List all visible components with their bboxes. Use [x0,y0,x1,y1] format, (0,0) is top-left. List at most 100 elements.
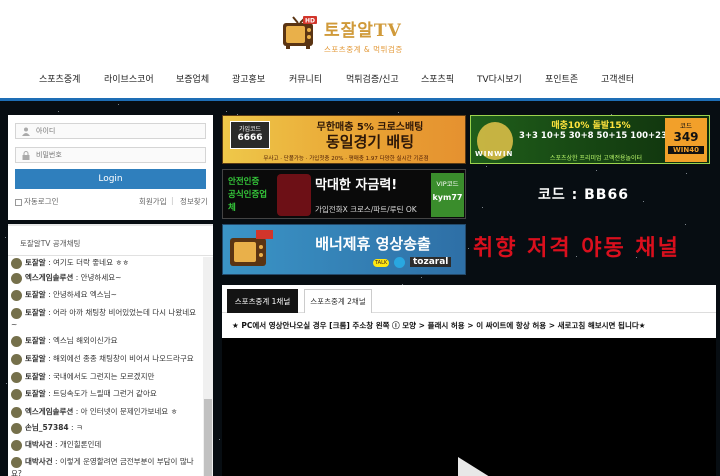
auto-login-checkbox[interactable]: 자동로그인 [15,196,59,207]
chat-message: 토잘알 : 안녕하세요 엑스님~ [11,289,201,301]
auto-login-label: 자동로그인 [24,197,59,206]
tab-channel-2[interactable]: 스포츠중계 2채널 [304,289,372,313]
ad-banner-capital[interactable]: 안전인증 공식인증업체 막대한 자금력! 가입전화X 크로스/파트/루틴 OK … [222,169,466,219]
ad-banner-winwin[interactable]: WINWIN 매충10% 돌발15% 3+3 10+5 30+8 50+15 1… [470,115,710,164]
banner2-mid: 3+3 10+5 30+8 50+15 100+23 [519,131,667,141]
public-chat-panel: 토잘알TV 공개채팅 토잘알 : 여기도 더락 좋네요 ㅎㅎ 엑스게임솔루션 :… [8,224,213,476]
banner2-bottom: 스포츠상한 프리미엄 고액전용놀이터 [549,155,643,162]
banner2-code-badge: 코드 349 WIN40 [665,118,707,162]
channel-tab-bar: 스포츠중계 1채널 스포츠중계 2채널 [222,285,716,313]
chat-message: 엑스게임솔루션 : 안녕하세요~ [11,272,201,284]
nav-customer-center[interactable]: 고객센터 [601,72,634,85]
user-icon [22,127,30,136]
character-figure-icon [277,174,311,216]
vip-code-badge: VIP코드 kym77 [431,173,464,217]
star-dot [226,111,227,112]
join-link[interactable]: 회원가입 [139,196,167,207]
login-box: Login 자동로그인 회원가입 | 정보찾기 [8,115,213,220]
site-header: HD 토잘알TV 스포츠중계 & 먹튀검증 스포츠중계 라이브스코어 보증업체 … [0,0,720,101]
chat-message: 손님_57384 : ㅋ [11,422,201,434]
avatar [11,422,22,434]
kakaotalk-icon: TALK [373,259,390,267]
avatar [11,289,22,301]
find-info-link[interactable]: 정보찾기 [180,196,208,207]
code-promo-text[interactable]: 코드 : BB66 [538,184,629,204]
star-dot [468,248,469,249]
play-icon[interactable] [458,457,490,476]
star-dot [5,237,6,238]
logo-subtitle: 스포츠중계 & 먹튀검증 [324,45,403,54]
chat-message-list[interactable]: 토잘알 : 여기도 더락 좋네요 ㅎㅎ 엑스게임솔루션 : 안녕하세요~ 토잘알… [8,257,203,476]
star-dot [482,207,483,208]
tab-channel-1[interactable]: 스포츠중계 1채널 [227,289,298,313]
star-dot [643,201,644,202]
nav-sports-broadcast[interactable]: 스포츠중계 [39,72,80,85]
telegram-icon [394,257,405,268]
password-input[interactable] [36,149,201,161]
avatar [11,439,22,451]
banner4-handle: tozaral [410,257,452,267]
avatar [11,406,22,418]
avatar [11,388,22,400]
chat-scrollbar[interactable] [203,257,213,476]
nav-point-zone[interactable]: 포인트존 [545,72,578,85]
nav-guaranteed-sites[interactable]: 보증업체 [176,72,209,85]
star-dot [686,173,687,174]
banner1-line2: 동일경기 배팅 [325,133,415,151]
login-button[interactable]: Login [15,169,206,189]
hd-badge: HD [305,18,315,25]
join-code-badge: 가입코드 6666 [230,121,270,149]
star-dot [421,277,422,278]
tv-icon [230,230,273,266]
star-dot [219,439,220,440]
banner3-sub: 가입전화X 크로스/파트/루틴 OK [315,205,417,214]
avatar [11,257,22,269]
ad-banner-cross-betting[interactable]: 가입코드 6666 무한매충 5% 크로스배팅 동일경기 배팅 무사고 · 단폴… [222,115,466,164]
avatar [11,371,22,383]
chat-message: 엑스게임솔루션 : 아 인터넷이 문제인가보네요 ㅎ [11,406,201,418]
main-nav: 스포츠중계 라이브스코어 보증업체 광고홍보 커뮤니티 먹튀검증/신고 스포츠픽… [0,72,720,90]
password-field[interactable] [15,147,206,163]
star-dot [486,166,487,167]
scrollbar-thumb[interactable] [204,399,212,476]
star-dot [596,170,597,171]
banner1-line3: 무사고 · 단폴가능 · 가입첫충 20% · 평매충 1.97 다양한 실시간… [263,156,429,162]
checkbox-box[interactable] [15,198,22,206]
chat-message: 토잘알 : 트딩속도가 느릴때 그런거 같아요 [11,388,201,400]
chat-message: 토잘알 : 국내에서도 그런지는 모르겠지만 [11,371,201,383]
chat-message: 대박사건 : 개인힐론인데 [11,439,201,451]
ad-banner-partnership[interactable]: 배너제휴 영상송출 TALK tozaral [222,224,466,275]
banner2-top: 매충10% 돌발15% [551,121,631,131]
brand-name: WINWIN [475,150,514,158]
chat-message: 대박사건 : 이렇게 운영할려면 금전부분이 부담이 많나요? [11,456,194,476]
site-logo[interactable]: HD 토잘알TV 스포츠중계 & 먹튀검증 [282,16,403,55]
id-input[interactable] [36,125,201,137]
star-dot [6,383,7,384]
star-dot [118,104,119,105]
nav-community[interactable]: 커뮤니티 [289,72,322,85]
avatar [11,335,22,347]
video-player[interactable] [222,338,716,476]
footer-divider: | [171,196,174,205]
neon-channel-banner[interactable]: 취향 저격 야동 채널 [473,230,680,262]
star-dot [685,224,686,225]
avatar [11,307,22,319]
nav-sports-pick[interactable]: 스포츠픽 [421,72,454,85]
nav-tv-replay[interactable]: TV다시보기 [477,72,522,85]
nav-scam-verify[interactable]: 먹튀검증/신고 [346,72,399,85]
star-dot [58,111,59,112]
chat-message: 토잘알 : 해외에선 종종 채팅창이 비어서 나오드라구요 [11,353,201,365]
id-field[interactable] [15,123,206,139]
player-notice: ★ PC에서 영상안나오실 경우 [크롬] 주소창 왼쪽 ⓘ 모양 > 플래시 … [222,313,716,338]
chat-message: 토잘알 : 어라 아까 채팅창 비어있었는데 다시 나왔네요~ [11,307,197,329]
banner4-main: 배너제휴 영상송출 [315,235,431,253]
chat-message: 토잘알 : 여기도 더락 좋네요 ㅎㅎ [11,257,201,269]
avatar [11,456,22,468]
chat-message: 토잘알 : 엑스님 해외이신가요 [11,335,201,347]
chat-title: 토잘알TV 공개채팅 [8,226,213,256]
star-dot [398,112,399,113]
nav-advertising[interactable]: 광고홍보 [232,72,265,85]
logo-title: 토잘알TV [324,21,402,41]
avatar [11,353,22,365]
nav-live-score[interactable]: 라이브스코어 [104,72,154,85]
